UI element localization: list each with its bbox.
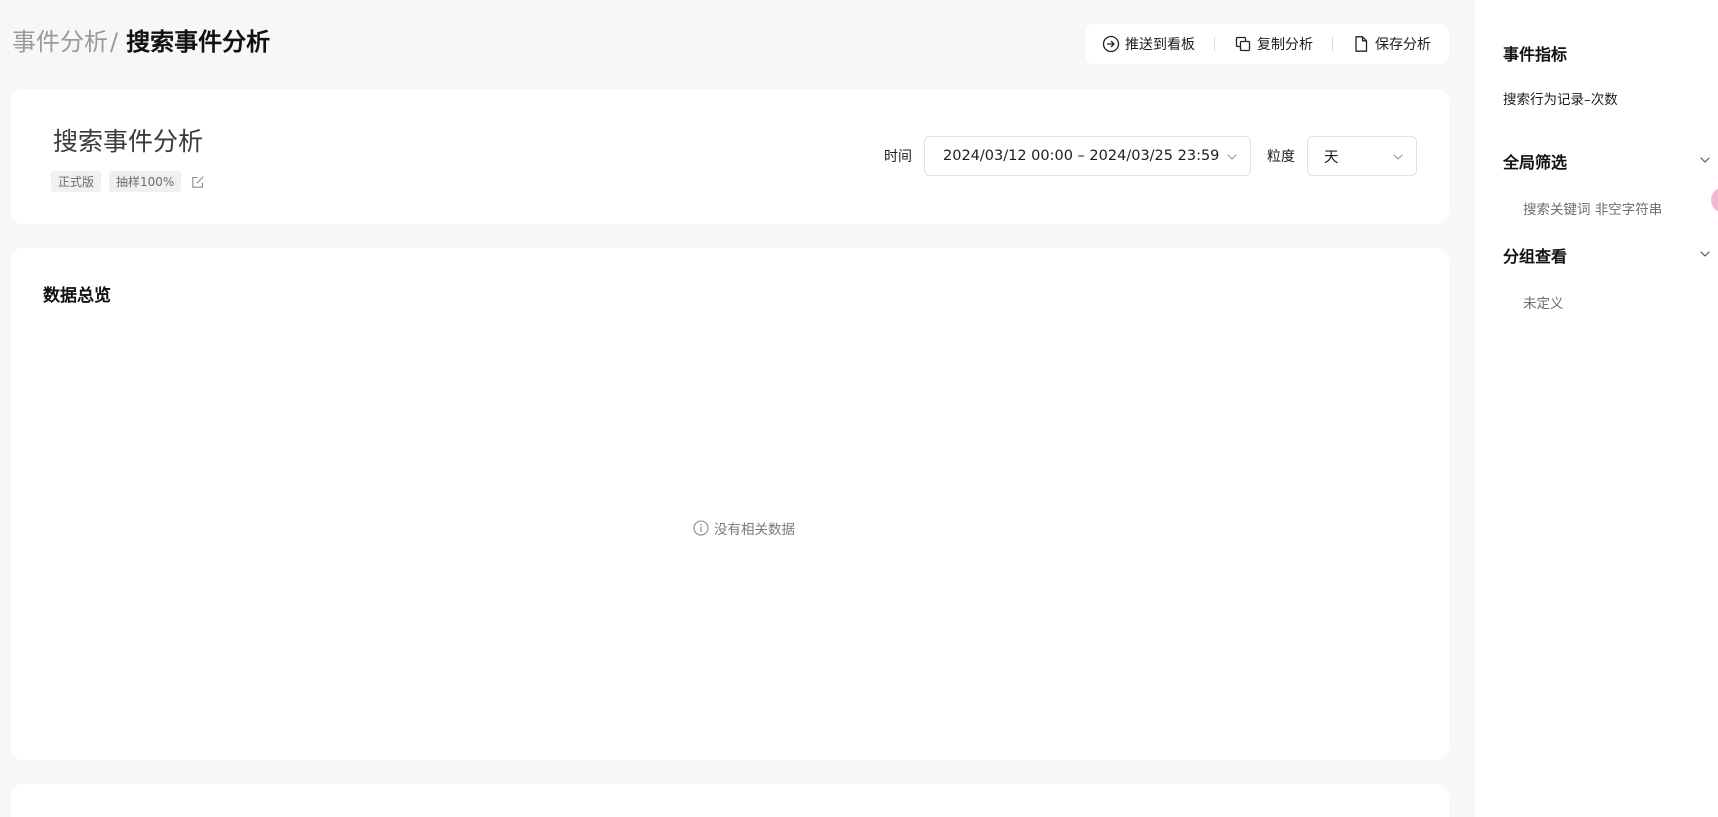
filter-section-title[interactable]: 全局筛选: [1503, 149, 1567, 173]
overview-title: 数据总览: [43, 286, 111, 306]
granularity-value: 天: [1324, 149, 1339, 166]
metrics-section-title: 事件指标: [1503, 45, 1568, 64]
info-icon: [693, 520, 709, 536]
sampling-tag: 抽样100%: [109, 171, 182, 192]
group-item[interactable]: 未定义: [1523, 292, 1564, 312]
filter-item[interactable]: 搜索关键词 非空字符串: [1523, 198, 1662, 218]
granularity-label: 粒度: [1267, 149, 1295, 165]
chevron-down-icon[interactable]: [1698, 153, 1712, 167]
empty-state-text: 没有相关数据: [714, 522, 795, 538]
data-overview-card: 数据总览 没有相关数据: [11, 248, 1449, 760]
report-tags: 正式版 抽样100%: [51, 171, 205, 192]
page-title: 搜索事件分析: [126, 28, 271, 56]
next-section-card: [11, 784, 1449, 817]
time-label: 时间: [884, 149, 912, 165]
date-range-picker[interactable]: 2024/03/12 00:00 – 2024/03/25 23:59: [924, 136, 1251, 176]
document-icon: [1355, 36, 1368, 52]
chevron-down-icon: [1393, 154, 1403, 160]
push-to-board-button[interactable]: 推送到看板: [1102, 34, 1195, 54]
action-toolbar: 推送到看板 复制分析 保存分析: [1086, 24, 1449, 64]
breadcrumb: 事件分析 / 搜索事件分析: [12, 22, 270, 57]
empty-state: 没有相关数据: [693, 518, 795, 538]
copy-analysis-label: 复制分析: [1257, 37, 1313, 53]
right-sidebar: 事件指标 搜索行为记录–次数 全局筛选 搜索关键词 非空字符串 分组查看 未定义: [1475, 0, 1718, 817]
main-area: 事件分析 / 搜索事件分析 推送到看板 复制分析 保存分析 搜索事件分析 正式版…: [0, 0, 1475, 817]
report-header-card: 搜索事件分析 正式版 抽样100% 时间 2024/03/12 00:00 – …: [11, 89, 1449, 224]
breadcrumb-parent[interactable]: 事件分析: [12, 22, 108, 57]
group-section-title[interactable]: 分组查看: [1503, 243, 1567, 267]
chevron-down-icon[interactable]: [1698, 247, 1712, 261]
toolbar-divider: [1332, 37, 1333, 51]
version-tag: 正式版: [51, 171, 102, 192]
push-to-board-label: 推送到看板: [1125, 37, 1195, 53]
arrow-circle-icon: [1102, 35, 1120, 53]
breadcrumb-separator: /: [110, 28, 119, 56]
floating-assistant-button[interactable]: [1711, 187, 1718, 213]
chevron-down-icon: [1227, 154, 1237, 160]
save-analysis-label: 保存分析: [1375, 37, 1431, 53]
copy-analysis-button[interactable]: 复制分析: [1234, 34, 1313, 54]
granularity-select[interactable]: 天: [1307, 136, 1417, 176]
save-analysis-button[interactable]: 保存分析: [1352, 34, 1431, 54]
date-range-value: 2024/03/12 00:00 – 2024/03/25 23:59: [943, 148, 1220, 164]
toolbar-divider: [1214, 37, 1215, 51]
report-title: 搜索事件分析: [53, 127, 204, 156]
metric-item[interactable]: 搜索行为记录–次数: [1503, 88, 1618, 108]
copy-icon: [1235, 36, 1251, 52]
edit-icon[interactable]: [191, 175, 205, 189]
